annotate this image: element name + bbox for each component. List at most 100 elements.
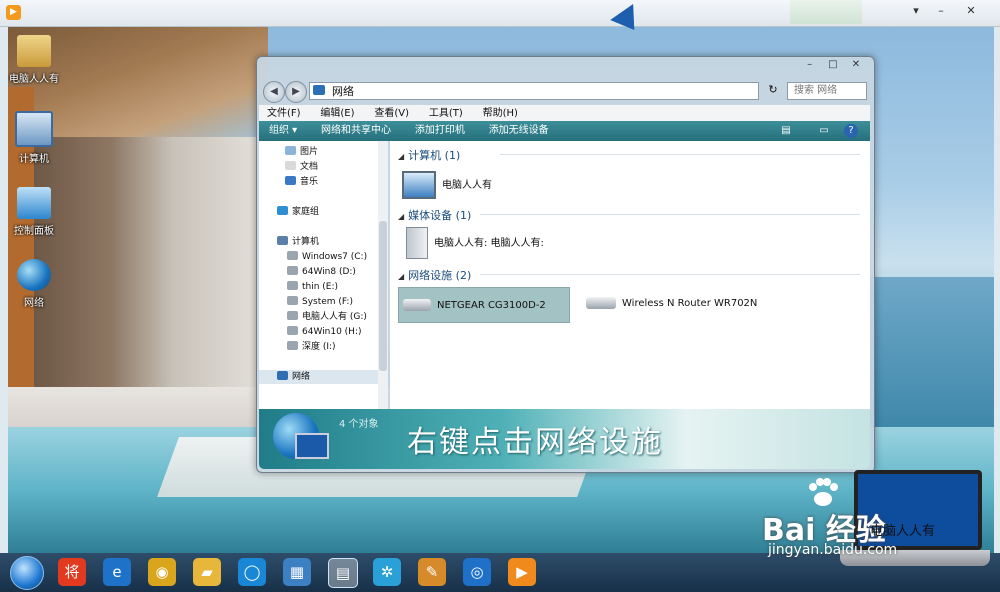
taskbar-explorer-active-icon[interactable]: ▤	[328, 558, 358, 588]
desktop-icon-computer[interactable]: 计算机	[8, 111, 62, 165]
device-computer[interactable]: 电脑人人有	[402, 171, 492, 199]
nav-item[interactable]: System (F:)	[259, 295, 378, 309]
nav-item[interactable]: 家庭组	[259, 205, 378, 219]
nav-item-label: 64Win10 (H:)	[302, 327, 362, 337]
nav-item-icon	[285, 176, 296, 185]
item-count: 4 个对象	[339, 419, 379, 430]
minimize-button[interactable]: –	[800, 59, 820, 70]
search-input[interactable]: 搜索 网络	[787, 82, 867, 100]
nav-item[interactable]: 64Win8 (D:)	[259, 265, 378, 279]
organize-button[interactable]: 组织 ▾	[259, 121, 307, 141]
monitor-icon	[295, 433, 329, 459]
nav-item[interactable]: 网络	[259, 370, 378, 384]
device-wireless-router[interactable]: Wireless N Router WR702N	[586, 297, 757, 309]
computer-icon	[402, 171, 436, 199]
taskbar-media-center-icon[interactable]: ◎	[463, 558, 491, 586]
start-button[interactable]	[10, 556, 44, 590]
menu-view[interactable]: 查看(V)	[366, 106, 417, 122]
nav-item[interactable]: thin (E:)	[259, 280, 378, 294]
nav-item[interactable]: 计算机	[259, 235, 378, 249]
group-divider	[480, 274, 860, 275]
address-bar[interactable]: 网络	[309, 82, 759, 100]
wallpaper-sea	[868, 277, 994, 437]
command-bar: 组织 ▾ 网络和共享中心 添加打印机 添加无线设备 ▤ ▭ ?	[259, 121, 870, 141]
nav-item-label: System (F:)	[302, 297, 353, 307]
view-options-icon[interactable]: ▤	[779, 124, 793, 138]
taskbar-search-icon[interactable]: ◯	[238, 558, 266, 586]
nav-item-icon	[287, 266, 298, 275]
navigation-row: ◀ ▶ 网络 ↻ 搜索 网络	[263, 81, 867, 103]
group-header-network-infrastructure[interactable]: ◢ 网络设施 (2)	[398, 267, 471, 283]
desktop-icon-label: 计算机	[19, 154, 49, 165]
menu-edit[interactable]: 编辑(E)	[312, 106, 362, 122]
taskbar-ie-icon[interactable]: e	[103, 558, 131, 586]
group-header-media-devices[interactable]: ◢ 媒体设备 (1)	[398, 207, 471, 223]
network-address-icon	[313, 85, 325, 95]
nav-item[interactable]: 深度 (I:)	[259, 340, 378, 354]
nav-item[interactable]: 文档	[259, 160, 378, 174]
nav-item-icon	[287, 251, 298, 260]
control-panel-icon	[17, 187, 51, 219]
desktop-icon-user-folder[interactable]: 电脑人人有	[8, 35, 62, 85]
desktop-icon-label: 控制面板	[14, 226, 54, 237]
add-printer-button[interactable]: 添加打印机	[405, 121, 475, 141]
group-header-computer[interactable]: ◢ 计算机 (1)	[398, 147, 460, 163]
nav-item[interactable]: 图片	[259, 145, 378, 159]
add-wireless-device-button[interactable]: 添加无线设备	[479, 121, 559, 141]
taskbar-device-manager-icon[interactable]: ▦	[283, 558, 311, 586]
maximize-button[interactable]: □	[823, 59, 843, 70]
menu-file[interactable]: 文件(F)	[259, 106, 309, 122]
details-pane: 4 个对象 右键点击网络设施	[259, 409, 870, 469]
nav-item[interactable]: Windows7 (C:)	[259, 250, 378, 264]
close-button[interactable]: ✕	[846, 59, 866, 70]
network-sharing-center-button[interactable]: 网络和共享中心	[311, 121, 401, 141]
nav-item-label: 图片	[300, 147, 319, 157]
menu-help[interactable]: 帮助(H)	[475, 106, 526, 122]
nav-item-icon	[287, 341, 298, 350]
nav-item-label: 深度 (I:)	[302, 342, 336, 352]
outer-close-button[interactable]: ✕	[960, 3, 982, 19]
scrollbar-thumb[interactable]	[379, 221, 387, 371]
content-pane: ◢ 计算机 (1) 电脑人人有 ◢ 媒体设备 (1) 电脑人人有: 电脑人人有: ◢…	[390, 141, 870, 409]
router-icon	[586, 297, 616, 309]
player-app-icon[interactable]: ▶	[6, 5, 21, 20]
device-media[interactable]: 电脑人人有: 电脑人人有:	[406, 227, 544, 259]
nav-item[interactable]: 音乐	[259, 175, 378, 189]
nav-item-label: 文档	[300, 162, 319, 172]
menu-bar: 文件(F) 编辑(E) 查看(V) 工具(T) 帮助(H)	[259, 105, 870, 122]
back-button[interactable]: ◀	[263, 81, 285, 103]
watermark-site: jingyan.baidu.com	[768, 542, 898, 558]
taskbar-video-player-icon[interactable]: ▶	[508, 558, 536, 586]
nav-item-icon	[287, 326, 298, 335]
user-folder-icon	[17, 35, 51, 67]
desktop-icon-network[interactable]: 网络	[8, 259, 62, 309]
desktop-icon-label: 电脑人人有	[9, 74, 59, 85]
taskbar-paint-icon[interactable]: ✎	[418, 558, 446, 586]
desktop-icon-control-panel[interactable]: 控制面板	[8, 187, 62, 237]
taskbar-pinwheel-icon[interactable]: ✲	[373, 558, 401, 586]
desktop-icon-label: 网络	[24, 298, 44, 309]
nav-item[interactable]: 电脑人人有 (G:)	[259, 310, 378, 324]
explorer-window-controls: – □ ✕	[800, 59, 866, 70]
group-divider	[500, 154, 860, 155]
outer-minimize-button[interactable]: –	[930, 3, 952, 19]
nav-item-label: 网络	[292, 372, 311, 382]
baidu-paw-icon	[809, 478, 838, 506]
nav-item-label: 音乐	[300, 177, 319, 187]
refresh-icon[interactable]: ↻	[763, 83, 783, 99]
navigation-scrollbar[interactable]	[378, 141, 388, 409]
outer-menu-button[interactable]: ▾	[905, 3, 927, 19]
forward-button[interactable]: ▶	[285, 81, 307, 103]
taskbar-chrome-icon[interactable]: ◉	[148, 558, 176, 586]
router-icon	[403, 299, 431, 311]
green-strip	[790, 0, 862, 24]
nav-item-label: thin (E:)	[302, 282, 339, 292]
device-netgear-selected[interactable]: NETGEAR CG3100D-2	[398, 287, 570, 323]
nav-item[interactable]: 64Win10 (H:)	[259, 325, 378, 339]
media-server-icon	[406, 227, 428, 259]
taskbar-jiang-app-icon[interactable]: 将	[58, 558, 86, 586]
taskbar-folder-icon[interactable]: ▰	[193, 558, 221, 586]
preview-pane-icon[interactable]: ▭	[817, 124, 831, 138]
help-icon[interactable]: ?	[844, 124, 858, 138]
menu-tools[interactable]: 工具(T)	[421, 106, 471, 122]
